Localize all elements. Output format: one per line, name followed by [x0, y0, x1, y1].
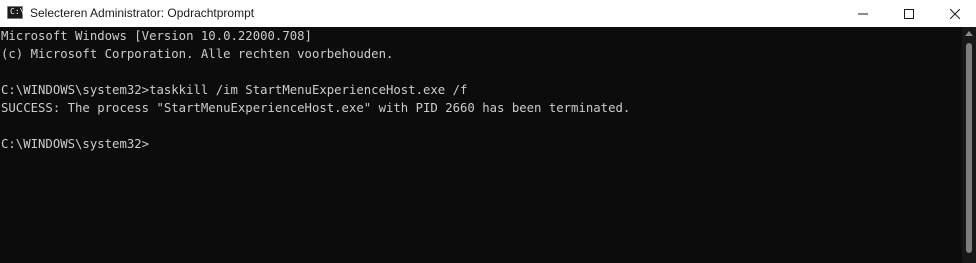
minimize-icon: [858, 13, 868, 14]
scroll-up-arrow-icon[interactable]: [965, 31, 973, 36]
terminal-line: Microsoft Windows [Version 10.0.22000.70…: [1, 29, 312, 43]
vertical-scrollbar[interactable]: [962, 27, 976, 263]
close-icon: [950, 8, 960, 19]
close-button[interactable]: [932, 0, 976, 27]
maximize-icon: [904, 8, 914, 19]
terminal-prompt: C:\WINDOWS\system32>: [1, 137, 150, 151]
minimize-button[interactable]: [840, 0, 886, 27]
terminal-output[interactable]: Microsoft Windows [Version 10.0.22000.70…: [0, 27, 962, 263]
window-title: Selecteren Administrator: Opdrachtprompt: [30, 6, 255, 20]
scroll-thumb[interactable]: [966, 43, 972, 253]
terminal-line: SUCCESS: The process "StartMenuExperienc…: [1, 101, 631, 115]
cmd-icon[interactable]: C:\: [7, 6, 25, 19]
maximize-button[interactable]: [886, 0, 932, 27]
cmd-icon-glyph: C:\: [10, 7, 25, 16]
terminal-line: (c) Microsoft Corporation. Alle rechten …: [1, 47, 394, 61]
title-bar[interactable]: C:\ Selecteren Administrator: Opdrachtpr…: [0, 0, 976, 27]
terminal-line: C:\WINDOWS\system32>taskkill /im StartMe…: [1, 83, 468, 97]
